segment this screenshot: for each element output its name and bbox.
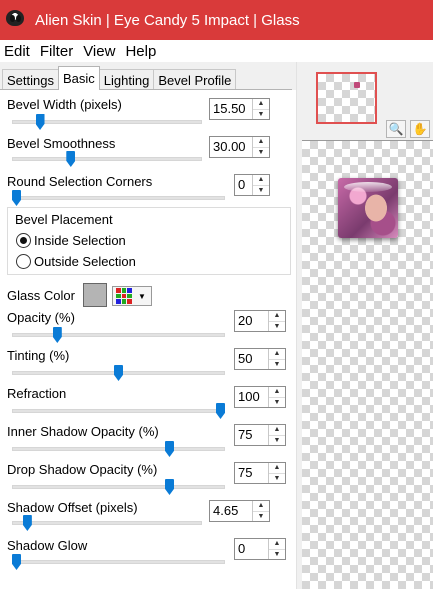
inside-selection-label[interactable]: Inside Selection — [34, 233, 126, 248]
increment-icon[interactable]: ▲ — [253, 501, 269, 511]
eye-candy-window: Alien Skin | Eye Candy 5 Impact | Glass … — [0, 0, 433, 589]
decrement-icon[interactable]: ▼ — [253, 510, 269, 522]
shadow-offset-track[interactable] — [12, 521, 202, 525]
opacity-stepper[interactable]: 20 ▲ ▼ — [234, 310, 286, 332]
decrement-icon[interactable]: ▼ — [269, 548, 285, 560]
inside-selection-radio[interactable] — [16, 233, 31, 248]
preview-image — [338, 178, 398, 238]
tab-strip: Settings Basic Lighting Bevel Profile — [0, 66, 237, 90]
alien-icon — [5, 9, 27, 31]
round-corners-track[interactable] — [12, 196, 225, 200]
decrement-icon[interactable]: ▼ — [253, 184, 269, 196]
increment-icon[interactable]: ▲ — [253, 175, 269, 185]
bevel-smoothness-value[interactable]: 30.00 — [210, 137, 252, 157]
shadow-glow-label: Shadow Glow — [7, 538, 88, 553]
shadow-glow-track[interactable] — [12, 560, 225, 564]
shadow-glow-stepper[interactable]: 0 ▲ ▼ — [234, 538, 286, 560]
decrement-icon[interactable]: ▼ — [253, 146, 269, 158]
navigator-marker — [354, 82, 360, 88]
drop-shadow-stepper[interactable]: 75 ▲ ▼ — [234, 462, 286, 484]
increment-icon[interactable]: ▲ — [253, 137, 269, 147]
tab-bevel-profile[interactable]: Bevel Profile — [153, 69, 237, 90]
bevel-smoothness-stepper[interactable]: 30.00 ▲ ▼ — [209, 136, 270, 158]
menu-view[interactable]: View — [79, 43, 121, 60]
drop-shadow-value[interactable]: 75 — [235, 463, 268, 483]
menu-bar: Edit Filter View Help — [0, 40, 433, 62]
decrement-icon[interactable]: ▼ — [269, 472, 285, 484]
chevron-down-icon: ▼ — [138, 291, 146, 301]
round-corners-value[interactable]: 0 — [235, 175, 252, 195]
bevel-width-label: Bevel Width (pixels) — [7, 97, 122, 112]
menu-help[interactable]: Help — [121, 43, 162, 60]
increment-icon[interactable]: ▲ — [269, 311, 285, 321]
inner-shadow-stepper[interactable]: 75 ▲ ▼ — [234, 424, 286, 446]
shadow-glow-value[interactable]: 0 — [235, 539, 268, 559]
tinting-stepper[interactable]: 50 ▲ ▼ — [234, 348, 286, 370]
window-title: Alien Skin | Eye Candy 5 Impact | Glass — [35, 11, 300, 29]
decrement-icon[interactable]: ▼ — [253, 108, 269, 120]
round-corners-label: Round Selection Corners — [7, 174, 153, 189]
tinting-label: Tinting (%) — [7, 348, 70, 363]
decrement-icon[interactable]: ▼ — [269, 434, 285, 446]
drop-shadow-track[interactable] — [12, 485, 225, 489]
bevel-width-stepper[interactable]: 15.50 ▲ ▼ — [209, 98, 270, 120]
increment-icon[interactable]: ▲ — [269, 425, 285, 435]
color-grid-icon — [116, 288, 132, 304]
round-corners-stepper[interactable]: 0 ▲ ▼ — [234, 174, 270, 196]
inner-shadow-label: Inner Shadow Opacity (%) — [7, 424, 159, 439]
increment-icon[interactable]: ▲ — [269, 463, 285, 473]
shadow-offset-value[interactable]: 4.65 — [210, 501, 252, 521]
opacity-track[interactable] — [12, 333, 225, 337]
tab-basic[interactable]: Basic — [57, 66, 100, 90]
decrement-icon[interactable]: ▼ — [269, 320, 285, 332]
drop-shadow-label: Drop Shadow Opacity (%) — [7, 462, 158, 477]
shadow-offset-label: Shadow Offset (pixels) — [7, 500, 138, 515]
tinting-value[interactable]: 50 — [235, 349, 268, 369]
color-picker-button[interactable]: ▼ — [112, 286, 152, 306]
refraction-value[interactable]: 100 — [235, 387, 268, 407]
menu-filter[interactable]: Filter — [36, 43, 79, 60]
opacity-value[interactable]: 20 — [235, 311, 268, 331]
bevel-width-value[interactable]: 15.50 — [210, 99, 252, 119]
title-bar: Alien Skin | Eye Candy 5 Impact | Glass — [0, 0, 433, 40]
refraction-track[interactable] — [12, 409, 225, 413]
bevel-smoothness-track[interactable] — [12, 157, 202, 161]
decrement-icon[interactable]: ▼ — [269, 358, 285, 370]
increment-icon[interactable]: ▲ — [269, 539, 285, 549]
tab-settings[interactable]: Settings — [2, 69, 59, 90]
shadow-offset-stepper[interactable]: 4.65 ▲ ▼ — [209, 500, 270, 522]
bevel-smoothness-label: Bevel Smoothness — [7, 136, 116, 151]
refraction-stepper[interactable]: 100 ▲ ▼ — [234, 386, 286, 408]
bevel-placement-label: Bevel Placement — [15, 212, 113, 227]
tab-lighting[interactable]: Lighting — [98, 69, 155, 90]
hand-icon[interactable]: ✋ — [410, 120, 430, 138]
inner-shadow-track[interactable] — [12, 447, 225, 451]
outside-selection-label[interactable]: Outside Selection — [34, 254, 136, 269]
increment-icon[interactable]: ▲ — [269, 387, 285, 397]
glass-color-swatch[interactable] — [83, 283, 107, 307]
increment-icon[interactable]: ▲ — [253, 99, 269, 109]
refraction-label: Refraction — [7, 386, 67, 401]
increment-icon[interactable]: ▲ — [269, 349, 285, 359]
outside-selection-radio[interactable] — [16, 254, 31, 269]
navigator-frame[interactable] — [316, 72, 377, 124]
inner-shadow-value[interactable]: 75 — [235, 425, 268, 445]
decrement-icon[interactable]: ▼ — [269, 396, 285, 408]
opacity-label: Opacity (%) — [7, 310, 75, 325]
glass-color-label: Glass Color — [7, 288, 75, 303]
menu-edit[interactable]: Edit — [0, 43, 36, 60]
zoom-icon[interactable]: 🔍 — [386, 120, 406, 138]
